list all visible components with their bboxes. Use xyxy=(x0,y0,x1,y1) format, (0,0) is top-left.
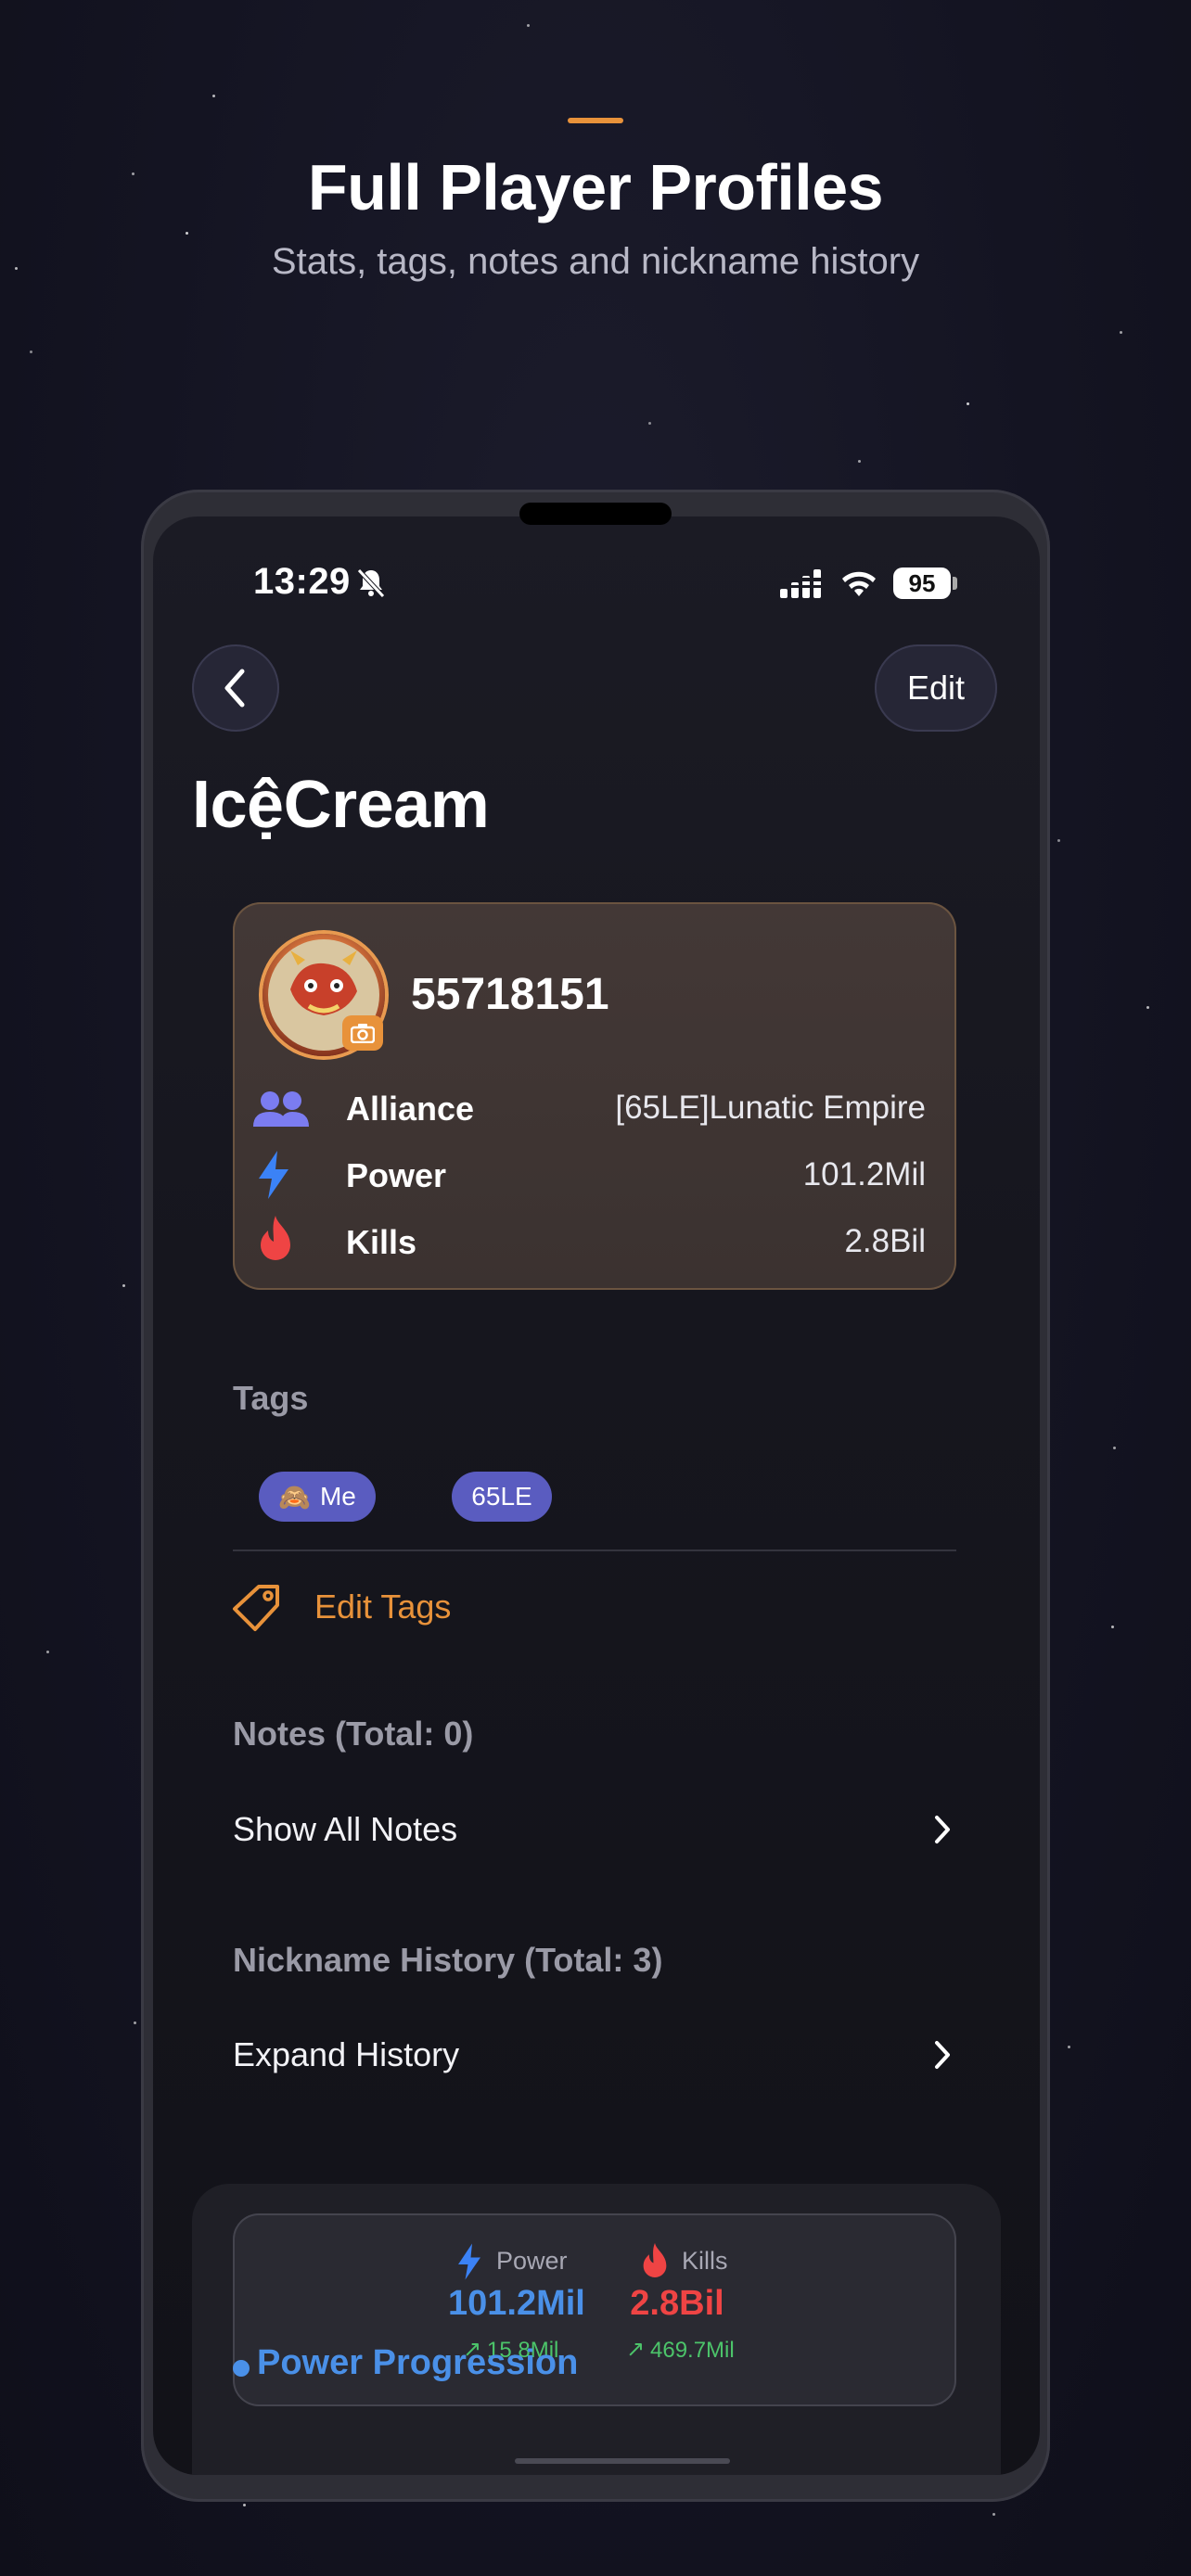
flame-icon xyxy=(255,1214,307,1260)
star xyxy=(992,2513,995,2516)
summary-power-value: 101.2Mil xyxy=(448,2284,585,2323)
summary-power-label: Power xyxy=(496,2247,568,2275)
silent-bell-icon xyxy=(352,565,390,602)
accent-line xyxy=(568,118,623,123)
star xyxy=(1057,839,1060,842)
phone-screen: 13:29 95 Edit IcệCream 55718151 Alliance… xyxy=(153,516,1040,2475)
summary-kills-value: 2.8Bil xyxy=(630,2284,724,2323)
alliance-people-icon xyxy=(251,1088,309,1132)
battery-indicator: 95 xyxy=(893,567,951,599)
star xyxy=(1111,1626,1114,1628)
star xyxy=(1113,1447,1116,1449)
dynamic-island xyxy=(519,503,672,525)
cellular-signal-icon xyxy=(780,568,825,600)
tag-chip-65le[interactable]: 65LE xyxy=(452,1472,552,1522)
summary-kills-label: Kills xyxy=(682,2247,728,2275)
flame-icon xyxy=(639,2241,671,2282)
lightning-icon xyxy=(455,2241,483,2282)
star xyxy=(1068,2046,1070,2048)
kills-label: Kills xyxy=(346,1223,417,1261)
status-time: 13:29 xyxy=(253,561,351,602)
star xyxy=(858,460,861,463)
tag-outline-icon[interactable] xyxy=(231,1583,283,1635)
tags-section-label: Tags xyxy=(233,1379,309,1417)
summary-kills-delta: 469.7Mil xyxy=(650,2338,735,2363)
star xyxy=(527,24,530,27)
chevron-right-icon[interactable] xyxy=(932,2038,954,2072)
player-id: 55718151 xyxy=(411,970,609,1019)
camera-icon[interactable] xyxy=(342,1015,383,1051)
lightning-icon xyxy=(255,1149,307,1199)
battery-tip xyxy=(953,577,957,590)
alliance-label: Alliance xyxy=(346,1090,475,1128)
star xyxy=(1120,331,1122,334)
expand-history-link[interactable]: Expand History xyxy=(233,2035,459,2074)
player-name-title: IcệCream xyxy=(192,768,490,842)
star xyxy=(1146,1006,1149,1009)
trend-up-icon: ↗ xyxy=(626,2337,646,2362)
notes-section-label: Notes (Total: 0) xyxy=(233,1715,474,1753)
edit-button[interactable]: Edit xyxy=(875,644,997,732)
chevron-right-icon[interactable] xyxy=(932,1813,954,1846)
tag-text: 65LE xyxy=(471,1482,532,1511)
divider xyxy=(233,1549,956,1551)
star xyxy=(122,1284,125,1287)
series-dot-icon xyxy=(233,2360,250,2377)
headline: Full Player Profiles xyxy=(307,151,884,223)
home-indicator[interactable] xyxy=(515,2458,730,2464)
star xyxy=(967,402,969,405)
star xyxy=(212,95,215,97)
tag-text: Me xyxy=(319,1482,356,1511)
alliance-value: [65LE]Lunatic Empire xyxy=(615,1090,926,1126)
star xyxy=(243,2504,246,2506)
star xyxy=(134,2021,136,2024)
nickname-history-label: Nickname History (Total: 3) xyxy=(233,1941,663,1979)
tag-chip-me[interactable]: 🙈 Me xyxy=(259,1472,376,1522)
show-all-notes-link[interactable]: Show All Notes xyxy=(233,1810,457,1849)
star xyxy=(648,422,651,425)
star xyxy=(46,1651,49,1653)
back-button[interactable] xyxy=(192,644,279,732)
edit-tags-link[interactable]: Edit Tags xyxy=(314,1588,451,1626)
subheadline: Stats, tags, notes and nickname history xyxy=(271,241,920,282)
star xyxy=(30,351,32,353)
wifi-icon xyxy=(839,568,878,598)
power-value: 101.2Mil xyxy=(802,1156,926,1192)
chevron-left-icon xyxy=(224,669,245,708)
kills-value: 2.8Bil xyxy=(844,1223,926,1259)
power-progression-title[interactable]: Power Progression xyxy=(257,2343,578,2383)
tag-emoji: 🙈 xyxy=(278,1482,311,1511)
power-label: Power xyxy=(346,1156,447,1194)
star xyxy=(186,232,188,235)
